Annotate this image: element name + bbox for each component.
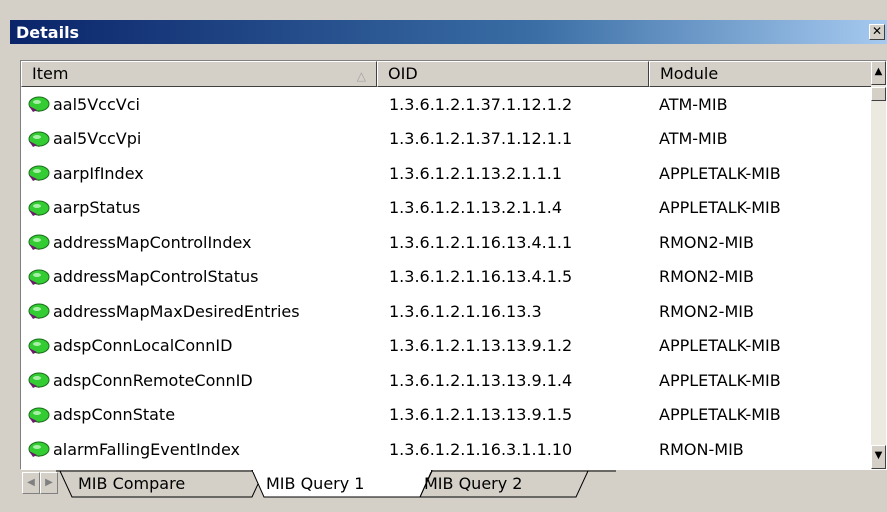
mib-item-list: Item △ OID Module aal5VccVci 1.3.6.1.2.1.… xyxy=(20,60,887,470)
cell-module: APPLETALK-MIB xyxy=(659,405,781,425)
table-row[interactable]: alarmFallingEventIndex 1.3.6.1.2.1.16.3.1… xyxy=(21,432,873,467)
cell-module: APPLETALK-MIB xyxy=(659,198,781,218)
tab-mib-query-1[interactable]: MIB Query 1 xyxy=(266,473,364,495)
mib-node-icon xyxy=(27,336,51,356)
mib-node-icon xyxy=(27,129,51,149)
cell-module: RMON2-MIB xyxy=(659,267,754,287)
cell-item: aal5VccVpi xyxy=(21,129,377,149)
scroll-down-arrow-icon[interactable]: ▼ xyxy=(871,445,886,469)
cell-oid: 1.3.6.1.2.1.16.3.1.1.10 xyxy=(389,439,573,459)
details-title-bar[interactable]: Details ✕ xyxy=(10,20,887,44)
cell-module: APPLETALK-MIB xyxy=(659,163,781,183)
column-header-module[interactable]: Module xyxy=(649,61,873,87)
cell-oid: 1.3.6.1.2.1.16.13.3 xyxy=(389,301,542,321)
cell-item-label: alarmFallingEventIndex xyxy=(53,439,240,459)
cell-module: ATM-MIB xyxy=(659,94,728,114)
cell-item-label: adspConnRemoteConnID xyxy=(53,370,253,390)
cell-item-label: addressMapControlStatus xyxy=(53,267,259,287)
table-row[interactable]: addressMapControlIndex 1.3.6.1.2.1.16.13.… xyxy=(21,225,873,260)
scrollbar-thumb[interactable] xyxy=(871,87,886,101)
mib-node-icon xyxy=(27,267,51,287)
window-title: Details xyxy=(16,22,80,42)
table-row[interactable]: aarpStatus 1.3.6.1.2.1.13.2.1.1.4 APPLETAL… xyxy=(21,191,873,226)
table-row[interactable]: adspConnRemoteConnID 1.3.6.1.2.1.13.13.9.… xyxy=(21,363,873,398)
tab-mib-query-2[interactable]: MIB Query 2 xyxy=(424,473,522,495)
vertical-scrollbar[interactable]: ▲ ▼ xyxy=(871,61,886,469)
mib-node-icon xyxy=(27,439,51,459)
cell-item-label: adspConnState xyxy=(53,405,176,425)
column-header-module-label: Module xyxy=(660,64,719,83)
cell-item: alarmFallingEventIndex xyxy=(21,439,377,459)
cell-module: APPLETALK-MIB xyxy=(659,336,781,356)
cell-item-label: aarpStatus xyxy=(53,198,141,218)
column-header-item[interactable]: Item △ xyxy=(21,61,377,87)
cell-module: APPLETALK-MIB xyxy=(659,370,781,390)
tab-mib-compare[interactable]: MIB Compare xyxy=(78,473,185,495)
table-row[interactable]: aal5VccVpi 1.3.6.1.2.1.37.1.12.1.1 ATM-MIB xyxy=(21,122,873,157)
cell-item: addressMapControlIndex xyxy=(21,232,377,252)
cell-oid: 1.3.6.1.2.1.13.13.9.1.5 xyxy=(389,405,573,425)
cell-oid: 1.3.6.1.2.1.13.2.1.1.1 xyxy=(389,163,563,183)
cell-item: adspConnLocalConnID xyxy=(21,336,377,356)
column-header-oid-label: OID xyxy=(388,64,418,83)
cell-item-label: aarpIfIndex xyxy=(53,163,144,183)
cell-oid: 1.3.6.1.2.1.37.1.12.1.1 xyxy=(389,129,573,149)
cell-item: addressMapControlStatus xyxy=(21,267,377,287)
cell-module: RMON-MIB xyxy=(659,439,744,459)
table-row[interactable]: adspConnState 1.3.6.1.2.1.13.13.9.1.5 APPL… xyxy=(21,398,873,433)
mib-node-icon xyxy=(27,232,51,252)
cell-oid: 1.3.6.1.2.1.16.13.4.1.5 xyxy=(389,267,573,287)
tab-scroll-left-icon[interactable]: ◀ xyxy=(22,472,40,494)
mib-node-icon xyxy=(27,198,51,218)
mib-node-icon xyxy=(27,94,51,114)
cell-item-label: addressMapControlIndex xyxy=(53,232,252,252)
cell-module: ATM-MIB xyxy=(659,129,728,149)
cell-oid: 1.3.6.1.2.1.37.1.12.1.2 xyxy=(389,94,573,114)
table-row[interactable]: aal5VccVci 1.3.6.1.2.1.37.1.12.1.2 ATM-MIB xyxy=(21,87,873,122)
column-header-row: Item △ OID Module xyxy=(21,61,873,87)
cell-oid: 1.3.6.1.2.1.13.13.9.1.2 xyxy=(389,336,573,356)
table-body: aal5VccVci 1.3.6.1.2.1.37.1.12.1.2 ATM-MIB… xyxy=(21,87,873,467)
cell-item: addressMapMaxDesiredEntries xyxy=(21,301,377,321)
mib-node-icon xyxy=(27,370,51,390)
cell-item: adspConnRemoteConnID xyxy=(21,370,377,390)
cell-item: aarpIfIndex xyxy=(21,163,377,183)
cell-item: adspConnState xyxy=(21,405,377,425)
table-row[interactable]: addressMapControlStatus 1.3.6.1.2.1.16.13… xyxy=(21,260,873,295)
cell-oid: 1.3.6.1.2.1.13.13.9.1.4 xyxy=(389,370,573,390)
mib-node-icon xyxy=(27,301,51,321)
column-header-oid[interactable]: OID xyxy=(377,61,649,87)
cell-item-label: aal5VccVci xyxy=(53,94,140,114)
cell-item-label: adspConnLocalConnID xyxy=(53,336,233,356)
cell-item-label: addressMapMaxDesiredEntries xyxy=(53,301,300,321)
cell-oid: 1.3.6.1.2.1.13.2.1.1.4 xyxy=(389,198,563,218)
cell-item: aal5VccVci xyxy=(21,94,377,114)
cell-item-label: aal5VccVpi xyxy=(53,129,142,149)
tab-strip: ◀ ▶ MIB Compare MIB Query 1 MIB Query 2 xyxy=(20,470,887,500)
cell-module: RMON2-MIB xyxy=(659,301,754,321)
sort-up-arrow-icon: △ xyxy=(356,69,366,83)
table-row[interactable]: addressMapMaxDesiredEntries 1.3.6.1.2.1.1… xyxy=(21,294,873,329)
column-header-item-label: Item xyxy=(32,64,69,83)
table-row[interactable]: adspConnLocalConnID 1.3.6.1.2.1.13.13.9.1… xyxy=(21,329,873,364)
scroll-up-arrow-icon[interactable]: ▲ xyxy=(871,61,886,85)
cell-module: RMON2-MIB xyxy=(659,232,754,252)
cell-item: aarpStatus xyxy=(21,198,377,218)
cell-oid: 1.3.6.1.2.1.16.13.4.1.1 xyxy=(389,232,573,252)
mib-node-icon xyxy=(27,163,51,183)
table-row[interactable]: aarpIfIndex 1.3.6.1.2.1.13.2.1.1.1 APPLETA… xyxy=(21,156,873,191)
mib-node-icon xyxy=(27,405,51,425)
details-window: Details ✕ Item △ OID Module aal5VccVci 1.… xyxy=(0,0,887,512)
close-icon[interactable]: ✕ xyxy=(869,24,885,40)
